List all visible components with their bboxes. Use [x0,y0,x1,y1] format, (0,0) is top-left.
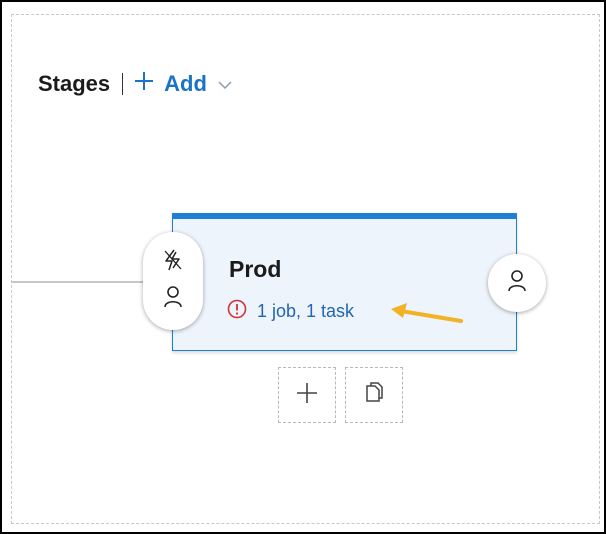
stage-card[interactable]: Prod 1 job, 1 task [172,213,517,351]
annotation-arrow-icon [385,300,465,331]
person-icon[interactable] [163,285,183,314]
lightning-icon[interactable] [162,248,184,277]
add-stage-button[interactable] [278,367,336,423]
error-circle-icon [227,299,247,324]
stage-status-text[interactable]: 1 job, 1 task [257,301,354,322]
person-icon [506,269,528,298]
artifact-connector-line [11,281,145,283]
stages-title: Stages [38,71,111,96]
add-label: Add [164,71,207,96]
post-deployment-conditions[interactable] [488,254,546,312]
plus-icon [133,70,155,98]
header-divider [122,73,124,95]
chevron-down-icon [217,71,233,97]
stage-status-link[interactable]: 1 job, 1 task [227,299,354,324]
pre-deployment-conditions[interactable] [143,232,203,330]
copy-icon [364,381,384,409]
plus-icon [295,381,319,410]
stage-name[interactable]: Prod [229,256,281,283]
stages-header: Stages Add [38,68,233,100]
clone-stage-button[interactable] [345,367,403,423]
add-stage-dropdown-button[interactable]: Add [133,70,233,98]
